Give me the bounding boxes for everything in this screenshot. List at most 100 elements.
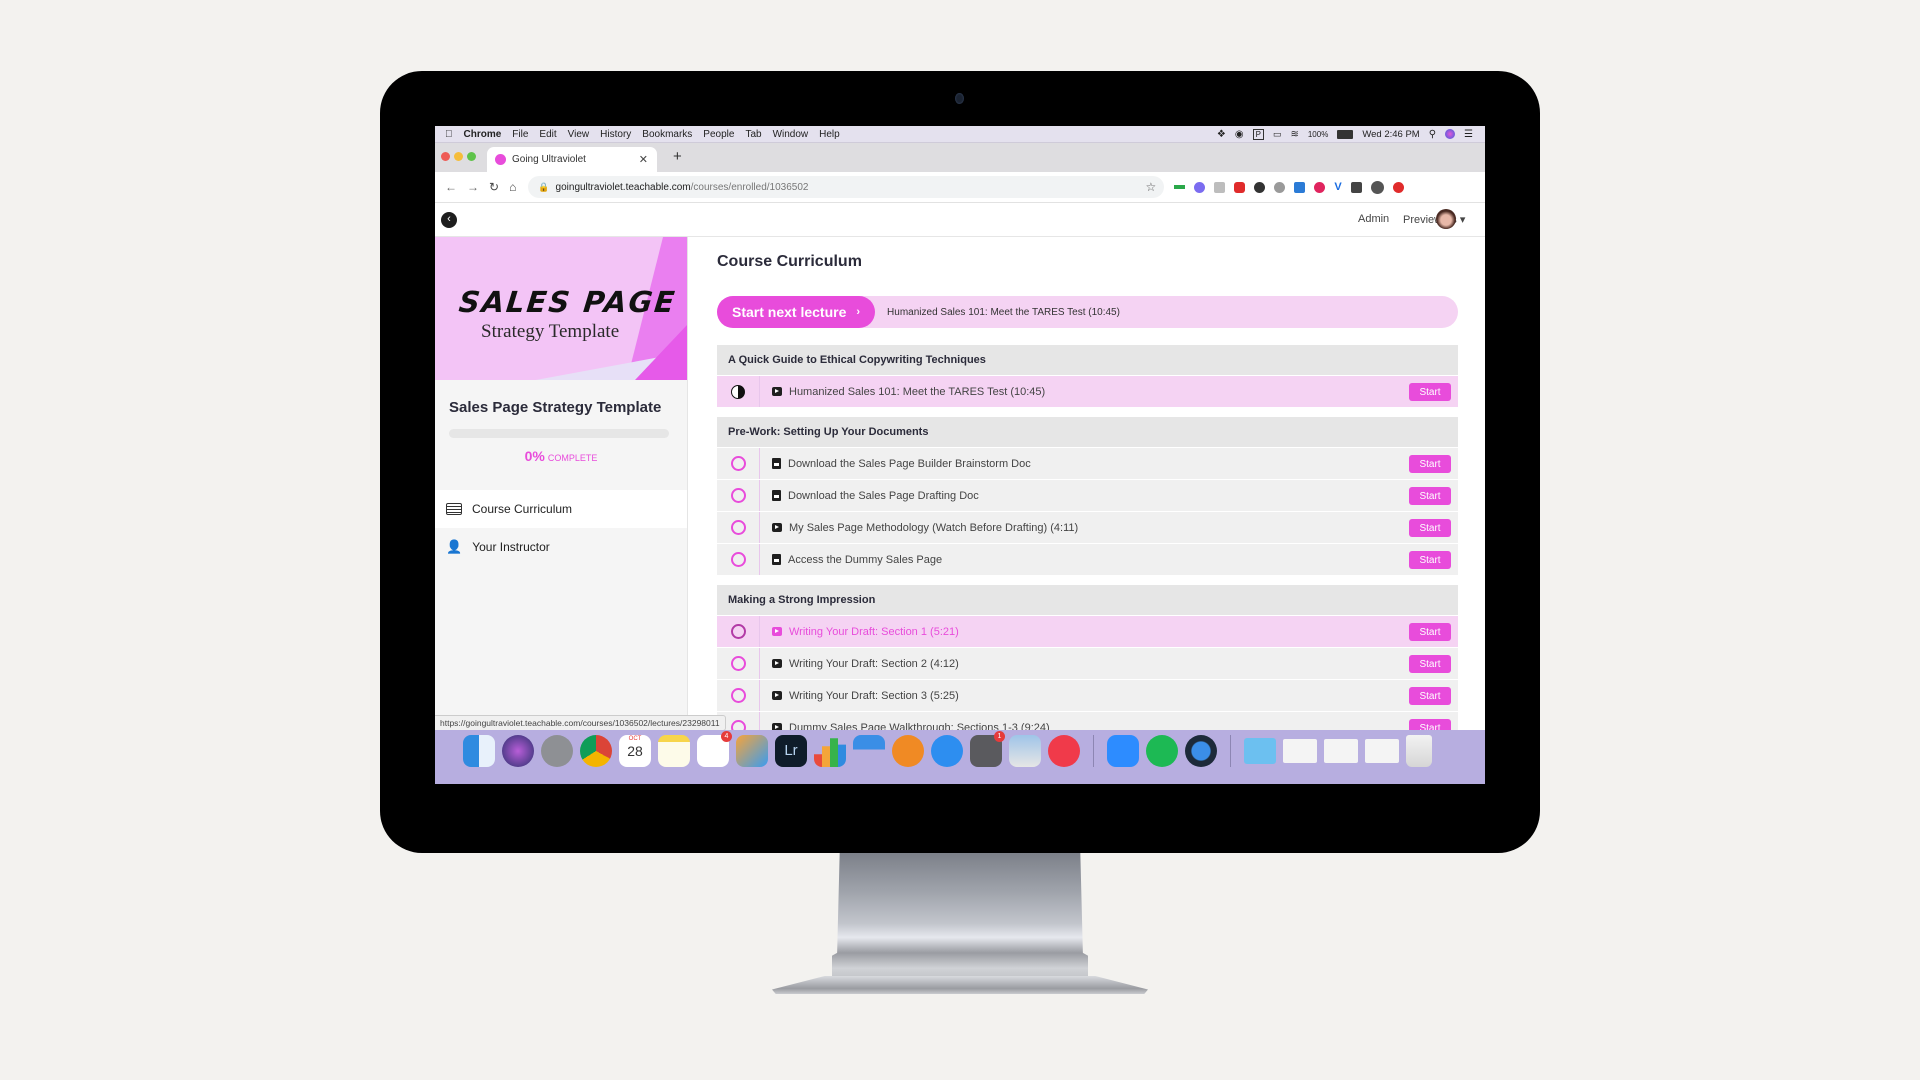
- back-arrow-icon[interactable]: ←: [445, 180, 457, 194]
- puzzle-extensions-icon[interactable]: [1350, 181, 1362, 193]
- menu-edit[interactable]: Edit: [539, 129, 556, 140]
- siri-icon[interactable]: [502, 735, 534, 767]
- extension-icon[interactable]: [1174, 185, 1186, 189]
- extension-icon[interactable]: [1294, 181, 1306, 193]
- pages-icon[interactable]: [736, 735, 768, 767]
- menu-app-name[interactable]: Chrome: [464, 129, 502, 140]
- home-icon[interactable]: ⌂: [509, 180, 516, 194]
- lecture-status: [717, 480, 760, 511]
- start-button[interactable]: Start: [1409, 551, 1451, 569]
- lecture-row[interactable]: My Sales Page Methodology (Watch Before …: [717, 511, 1458, 543]
- start-next-lecture-button[interactable]: Start next lecture ›: [717, 296, 876, 328]
- menu-view[interactable]: View: [568, 129, 590, 140]
- browser-tab[interactable]: Going Ultraviolet ✕: [487, 147, 657, 172]
- zoom-icon[interactable]: [1107, 735, 1139, 767]
- lightroom-icon[interactable]: Lr: [775, 735, 807, 767]
- maximize-window-button[interactable]: [467, 152, 476, 161]
- bookmark-star-icon[interactable]: ☆: [1146, 180, 1157, 194]
- reload-icon[interactable]: ↻: [489, 180, 499, 194]
- progress-label: 0% COMPLETE: [435, 448, 687, 466]
- launchpad-icon[interactable]: [541, 735, 573, 767]
- start-button[interactable]: Start: [1409, 455, 1451, 473]
- lecture-row[interactable]: Download the Sales Page Builder Brainsto…: [717, 447, 1458, 479]
- preview-as-dropdown[interactable]: Preview as ▾: [1403, 213, 1465, 226]
- system-preferences-icon[interactable]: 1: [970, 731, 1005, 767]
- pinterest-icon[interactable]: [1314, 181, 1326, 193]
- news-icon[interactable]: [1048, 735, 1080, 767]
- chrome-window-thumbnail[interactable]: [1283, 739, 1317, 763]
- menu-tab[interactable]: Tab: [745, 129, 761, 140]
- lecture-title: Download the Sales Page Builder Brainsto…: [788, 457, 1031, 470]
- address-bar[interactable]: 🔒 goingultraviolet.teachable.com /course…: [528, 176, 1165, 198]
- avatar[interactable]: [1436, 209, 1456, 229]
- incomplete-circle-icon: [730, 552, 746, 567]
- apple-menu-icon[interactable]: : [445, 129, 453, 140]
- chrome-window-thumbnail[interactable]: [1324, 739, 1358, 763]
- mac-menubar:  Chrome File Edit View History Bookmark…: [435, 126, 1485, 143]
- siri-icon[interactable]: [1445, 129, 1456, 139]
- app-store-icon[interactable]: [931, 735, 963, 767]
- menu-window[interactable]: Window: [773, 129, 809, 140]
- vimeo-icon[interactable]: V: [1334, 181, 1341, 193]
- profile-icon[interactable]: [1370, 180, 1384, 194]
- airplay-icon[interactable]: ▭: [1273, 129, 1282, 140]
- preview-icon[interactable]: [1009, 735, 1041, 767]
- new-tab-button[interactable]: +: [673, 148, 682, 165]
- lecture-row[interactable]: Writing Your Draft: Section 1 (5:21) Sta…: [717, 615, 1458, 647]
- spotify-icon[interactable]: [1146, 735, 1178, 767]
- menu-people[interactable]: People: [703, 129, 734, 140]
- start-button[interactable]: Start: [1409, 623, 1451, 641]
- calendar-icon[interactable]: OCT 28: [619, 735, 651, 767]
- downloads-folder-icon[interactable]: [1244, 738, 1276, 764]
- start-button[interactable]: Start: [1409, 487, 1451, 505]
- menu-history[interactable]: History: [600, 129, 631, 140]
- back-button[interactable]: ‹: [441, 212, 457, 228]
- menu-bookmarks[interactable]: Bookmarks: [642, 129, 692, 140]
- quicktime-icon[interactable]: [1185, 735, 1217, 767]
- keynote-icon[interactable]: [853, 735, 885, 767]
- sidebar-item-your-instructor[interactable]: 👤 Your Instructor: [435, 528, 687, 566]
- lecture-row[interactable]: Humanized Sales 101: Meet the TARES Test…: [717, 375, 1458, 407]
- minimize-window-button[interactable]: [454, 152, 463, 161]
- close-window-button[interactable]: [441, 152, 450, 161]
- lecture-row[interactable]: Writing Your Draft: Section 3 (5:25) Sta…: [717, 679, 1458, 711]
- search-icon[interactable]: ⚲: [1429, 129, 1436, 140]
- lecture-row[interactable]: Writing Your Draft: Section 2 (4:12) Sta…: [717, 647, 1458, 679]
- menu-file[interactable]: File: [512, 129, 528, 140]
- forward-arrow-icon[interactable]: →: [467, 180, 479, 194]
- dropbox-icon[interactable]: ❖: [1217, 129, 1226, 140]
- chrome-icon[interactable]: [580, 735, 612, 767]
- notes-icon[interactable]: [658, 735, 690, 767]
- start-button[interactable]: Start: [1409, 687, 1451, 705]
- finder-icon[interactable]: [463, 735, 495, 767]
- next-lecture-title[interactable]: Humanized Sales 101: Meet the TARES Test…: [887, 307, 1120, 318]
- page-title: Course Curriculum: [717, 253, 862, 270]
- extension-icon[interactable]: [1234, 181, 1246, 193]
- start-button[interactable]: Start: [1409, 655, 1451, 673]
- books-icon[interactable]: [892, 735, 924, 767]
- close-tab-icon[interactable]: ✕: [639, 153, 648, 166]
- sidebar-item-course-curriculum[interactable]: Course Curriculum: [435, 490, 687, 528]
- menu-help[interactable]: Help: [819, 129, 840, 140]
- extension-icon[interactable]: [1194, 181, 1206, 193]
- extension-icon[interactable]: [1274, 181, 1286, 193]
- creative-cloud-icon[interactable]: ◉: [1235, 129, 1244, 140]
- course-title: Sales Page Strategy Template: [449, 399, 662, 416]
- chrome-window-thumbnail[interactable]: [1365, 739, 1399, 763]
- trash-icon[interactable]: [1406, 735, 1432, 767]
- admin-link[interactable]: Admin: [1358, 213, 1389, 225]
- numbers-icon[interactable]: [814, 738, 846, 767]
- battery-icon[interactable]: [1337, 129, 1354, 139]
- extension-icon[interactable]: [1254, 181, 1266, 193]
- lecture-row[interactable]: Download the Sales Page Drafting Doc Sta…: [717, 479, 1458, 511]
- extension-icon[interactable]: [1392, 181, 1404, 193]
- p-icon[interactable]: P: [1252, 128, 1264, 140]
- list-icon[interactable]: ☰: [1464, 129, 1473, 140]
- extension-icon[interactable]: [1214, 181, 1226, 193]
- wifi-icon[interactable]: ≋: [1290, 129, 1298, 140]
- start-button[interactable]: Start: [1409, 519, 1451, 537]
- start-button[interactable]: Start: [1409, 383, 1451, 401]
- reminders-icon[interactable]: 4: [697, 731, 732, 767]
- clock[interactable]: Wed 2:46 PM: [1362, 129, 1419, 140]
- lecture-row[interactable]: Access the Dummy Sales Page Start: [717, 543, 1458, 575]
